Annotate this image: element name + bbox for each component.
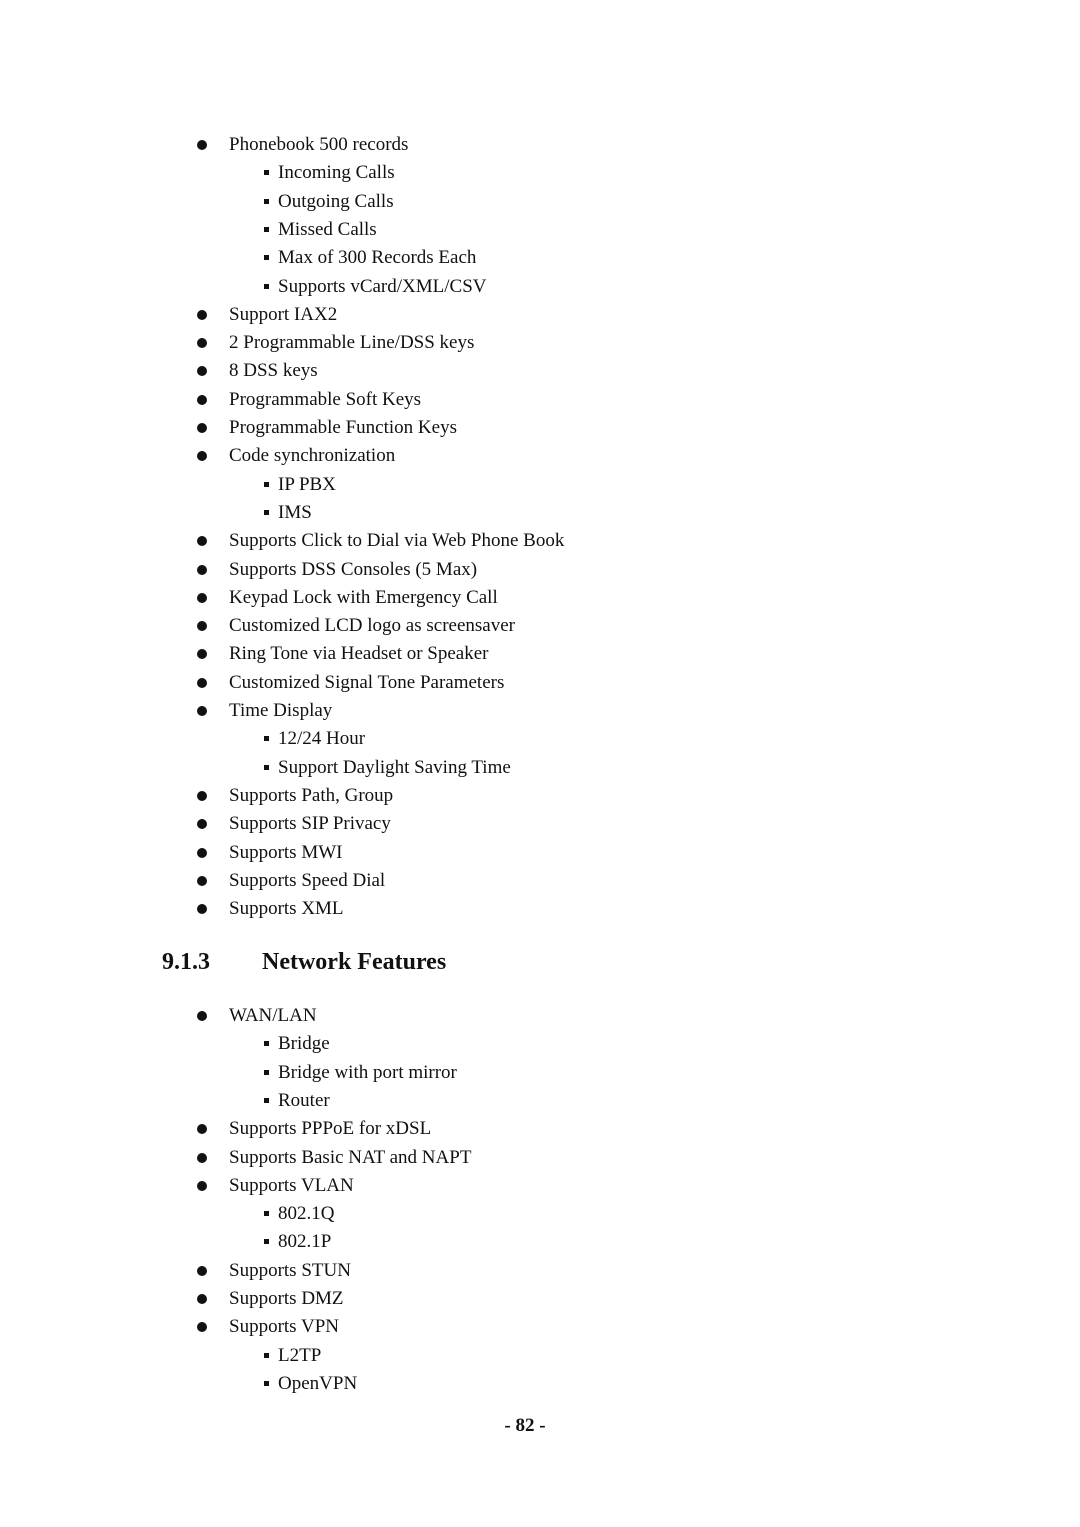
square-bullet-icon <box>264 764 269 770</box>
list-item: Supports DSS Consoles (5 Max) <box>229 558 478 580</box>
bullet-icon <box>197 1322 207 1333</box>
list-item: Support IAX2 <box>229 303 338 325</box>
square-bullet-icon <box>264 509 269 515</box>
square-bullet-icon <box>264 1380 269 1386</box>
bullet-icon <box>197 1011 207 1021</box>
bullet-icon <box>197 706 207 716</box>
square-bullet-icon <box>264 198 269 204</box>
list-item: Missed Calls <box>278 218 377 240</box>
bullet-icon <box>197 819 207 830</box>
square-bullet-icon <box>264 736 269 742</box>
section-number: 9.1.3 <box>162 949 210 975</box>
bullet-icon <box>197 1180 207 1191</box>
list-item: Supports vCard/XML/CSV <box>278 275 487 297</box>
bullet-icon <box>197 1294 207 1304</box>
square-bullet-icon <box>264 226 269 232</box>
list-item: 802.1P <box>278 1231 332 1253</box>
list-item: Supports SIP Privacy <box>229 813 391 835</box>
square-bullet-icon <box>264 1097 269 1103</box>
list-item: Max of 300 Records Each <box>278 247 477 269</box>
list-item: Supports Click to Dial via Web Phone Boo… <box>229 530 565 552</box>
list-item: OpenVPN <box>278 1372 358 1394</box>
list-item: WAN/LAN <box>229 1005 317 1026</box>
square-bullet-icon <box>264 283 269 289</box>
list-item: Outgoing Calls <box>278 190 394 212</box>
list-item: Supports DMZ <box>229 1288 344 1309</box>
list-item: 12/24 Hour <box>278 728 366 750</box>
bullet-icon <box>197 338 207 349</box>
list-item: Customized Signal Tone Parameters <box>229 671 505 693</box>
list-item: Supports MWI <box>229 841 343 863</box>
bullet-icon <box>197 649 207 660</box>
bullet-icon <box>197 904 207 915</box>
list-item: Programmable Function Keys <box>229 417 457 438</box>
bullet-icon <box>197 875 207 886</box>
list-item: Bridge with port mirror <box>278 1061 457 1083</box>
list-item: L2TP <box>278 1344 322 1366</box>
list-item: 802.1Q <box>278 1203 335 1225</box>
list-item: Incoming Calls <box>278 162 395 184</box>
bullet-icon <box>197 1152 207 1163</box>
list-item: Programmable Soft Keys <box>229 388 422 410</box>
bullet-icon <box>197 790 207 801</box>
square-bullet-icon <box>264 1352 269 1358</box>
page-number: - 82 - <box>504 1415 546 1436</box>
bullet-icon <box>197 592 207 603</box>
list-item: Supports Path, Group <box>229 784 394 806</box>
square-bullet-icon <box>264 1041 269 1047</box>
square-bullet-icon <box>264 1069 269 1075</box>
list-item: Code synchronization <box>229 445 396 467</box>
section-title: Network Features <box>262 949 447 975</box>
bullet-icon <box>197 847 207 858</box>
square-bullet-icon <box>264 170 269 176</box>
square-bullet-icon <box>264 1211 269 1217</box>
bullet-icon <box>197 1265 207 1276</box>
list-item: Supports VPN <box>229 1316 339 1338</box>
list-item: 2 Programmable Line/DSS keys <box>229 332 475 354</box>
list-item: Bridge <box>278 1033 330 1055</box>
square-bullet-icon <box>264 1239 269 1245</box>
list-item: IMS <box>278 501 312 523</box>
bullet-icon <box>197 366 207 377</box>
list-item: IP PBX <box>278 473 336 495</box>
list-item: Time Display <box>229 700 333 721</box>
list-item: Supports VLAN <box>229 1174 354 1196</box>
list-item: Supports Speed Dial <box>229 869 386 891</box>
bullet-icon <box>197 394 207 405</box>
list-item: 8 DSS keys <box>229 360 318 382</box>
list-item: Phonebook 500 records <box>229 134 409 155</box>
list-item: Supports XML <box>229 898 344 920</box>
bullet-icon <box>197 621 207 632</box>
list-item: Customized LCD logo as screensaver <box>229 615 515 637</box>
bullet-icon <box>197 536 207 547</box>
bullet-icon <box>197 423 207 433</box>
bullet-icon <box>197 564 207 575</box>
list-item: Supports Basic NAT and NAPT <box>229 1146 472 1168</box>
list-item: Supports PPPoE for xDSL <box>229 1118 432 1140</box>
square-bullet-icon <box>264 255 269 261</box>
bullet-icon <box>197 677 207 688</box>
list-item: Support Daylight Saving Time <box>278 756 511 778</box>
bullet-icon <box>197 309 207 320</box>
square-bullet-icon <box>264 481 269 487</box>
list-item: Supports STUN <box>229 1259 351 1281</box>
list-item: Ring Tone via Headset or Speaker <box>229 643 489 665</box>
bullet-icon <box>197 140 207 150</box>
list-item: Keypad Lock with Emergency Call <box>229 586 498 608</box>
list-item: Router <box>278 1089 330 1111</box>
bullet-icon <box>197 451 207 462</box>
bullet-icon <box>197 1124 207 1135</box>
